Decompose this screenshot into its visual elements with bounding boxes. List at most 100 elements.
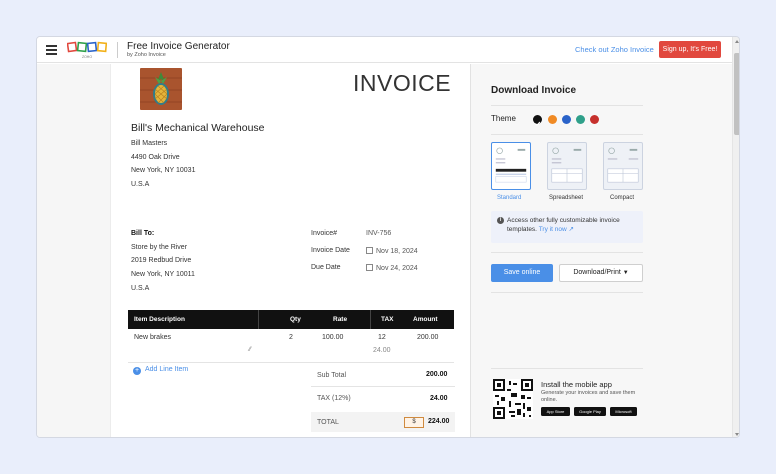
browser-window: ZOHO Free Invoice Generator by Zoho Invo… [36, 36, 740, 438]
from-line[interactable]: New York, NY 10031 [131, 167, 195, 174]
from-line[interactable]: U.S.A [131, 181, 149, 188]
tax-total-label[interactable]: TAX (12%) [317, 395, 351, 402]
svg-text:ZOHO: ZOHO [82, 55, 92, 59]
bill-to-line[interactable]: U.S.A [131, 285, 149, 292]
column-header-tax: TAX [381, 316, 394, 323]
panel-title: Download Invoice [491, 85, 577, 96]
column-header-description: Item Description [134, 316, 185, 323]
theme-color-red[interactable] [590, 115, 599, 124]
caret-down-icon: ▼ [622, 270, 629, 276]
from-line[interactable]: Bill Masters [131, 140, 167, 147]
from-line[interactable]: 4490 Oak Drive [131, 154, 180, 161]
due-date-value: Nov 24, 2024 [376, 265, 418, 272]
scroll-down-icon[interactable] [735, 433, 739, 436]
tax-total-value: 24.00 [430, 395, 448, 402]
calendar-icon [366, 247, 373, 254]
total-value: 224.00 [428, 418, 450, 425]
panel-divider [491, 292, 643, 293]
item-tax-amount: 24.00 [373, 347, 391, 354]
info-text: Access other fully customizable invoice … [507, 216, 639, 234]
item-description-input[interactable]: New brakes [134, 334, 171, 341]
theme-color-black[interactable] [533, 115, 542, 126]
invoice-number-label: Invoice# [311, 230, 338, 237]
mobile-app-description: Generate your invoices and save them onl… [541, 390, 636, 403]
resize-handle-icon[interactable]: ⁄⁄ [249, 347, 251, 353]
item-amount: 200.00 [417, 334, 439, 341]
subtotal-value: 200.00 [426, 371, 448, 378]
scroll-up-icon[interactable] [735, 40, 739, 43]
invoice-date-field[interactable]: Nov 18, 2024 [366, 247, 418, 255]
items-table-header: Item Description Qty Rate TAX Amount [128, 310, 454, 329]
templates-info-box: i Access other fully customizable invoic… [491, 211, 643, 243]
panel-divider [491, 368, 643, 369]
invoice-heading[interactable]: INVOICE [353, 70, 451, 97]
info-icon: i [497, 217, 504, 224]
try-it-now-link[interactable]: Try it now ↗ [539, 226, 574, 233]
template-compact[interactable] [603, 142, 643, 190]
add-line-item-label: Add Line Item [145, 366, 189, 373]
scroll-thumb[interactable] [734, 53, 739, 135]
invoice-date-value: Nov 18, 2024 [376, 248, 418, 255]
panel-divider [491, 105, 643, 106]
template-spreadsheet[interactable] [547, 142, 587, 190]
invoice-canvas: INVOICE Bill's Mechanical Warehouse Bill… [37, 64, 470, 437]
download-print-label: Download/Print [573, 269, 621, 276]
signup-button[interactable]: Sign up, It's Free! [659, 41, 721, 58]
column-header-qty: Qty [290, 316, 301, 323]
template-label-spreadsheet[interactable]: Spreadsheet [549, 195, 583, 201]
download-print-button[interactable]: Download/Print ▼ [559, 264, 643, 282]
header-divider [117, 42, 118, 58]
totals-divider [311, 386, 455, 387]
external-link-icon: ↗ [568, 226, 574, 233]
theme-color-orange[interactable] [548, 115, 557, 124]
mobile-app-title: Install the mobile app [541, 380, 612, 389]
invoice-number-field[interactable]: INV-756 [366, 230, 391, 237]
add-line-item-button[interactable]: + Add Line Item [133, 366, 188, 375]
theme-color-teal[interactable] [576, 115, 585, 124]
panel-divider [491, 134, 643, 135]
item-qty-input[interactable]: 2 [289, 334, 293, 341]
check-icon [534, 121, 541, 126]
app-store-badge[interactable]: App Store [541, 407, 570, 416]
checkout-link[interactable]: Check out Zoho Invoice [575, 45, 654, 54]
column-header-amount: Amount [413, 316, 438, 323]
template-label-standard[interactable]: Standard [497, 195, 521, 201]
bill-to-line[interactable]: New York, NY 10011 [131, 271, 195, 278]
download-panel: Download Invoice Theme Standard Spreadsh… [470, 64, 732, 437]
zoho-logo[interactable]: ZOHO [67, 41, 107, 60]
plus-icon: + [133, 367, 141, 375]
invoice-paper: INVOICE Bill's Mechanical Warehouse Bill… [110, 64, 470, 437]
template-label-compact[interactable]: Compact [610, 195, 634, 201]
company-logo-image[interactable] [140, 68, 182, 110]
bill-to-line[interactable]: 2019 Redbud Drive [131, 257, 191, 264]
scrollbar[interactable] [732, 37, 739, 437]
item-tax-input[interactable]: 12 [378, 334, 386, 341]
table-row: New brakes ⁄⁄ 2 100.00 12 24.00 200.00 [128, 329, 454, 361]
currency-symbol-input[interactable]: $ [404, 417, 424, 428]
row-divider [128, 362, 454, 363]
theme-label: Theme [491, 114, 516, 123]
due-date-field[interactable]: Nov 24, 2024 [366, 264, 418, 272]
top-bar: ZOHO Free Invoice Generator by Zoho Invo… [37, 37, 732, 63]
template-standard[interactable] [491, 142, 531, 190]
subtotal-label: Sub Total [317, 372, 347, 379]
calendar-icon [366, 264, 373, 271]
bill-to-line[interactable]: Store by the River [131, 244, 187, 251]
due-date-label: Due Date [311, 264, 341, 271]
item-rate-input[interactable]: 100.00 [322, 334, 343, 341]
panel-divider [491, 252, 643, 253]
qr-code-image [493, 379, 533, 419]
menu-icon[interactable] [46, 45, 57, 55]
google-play-badge[interactable]: Google Play [574, 407, 606, 416]
try-it-now-label: Try it now [538, 226, 567, 233]
total-row: TOTAL 224.00 [311, 412, 455, 432]
column-header-rate: Rate [333, 316, 348, 323]
microsoft-store-badge[interactable]: Microsoft [610, 407, 637, 416]
theme-color-blue[interactable] [562, 115, 571, 124]
invoice-date-label: Invoice Date [311, 247, 350, 254]
company-name[interactable]: Bill's Mechanical Warehouse [131, 122, 265, 134]
save-online-button[interactable]: Save online [491, 264, 553, 282]
bill-to-label[interactable]: Bill To: [131, 230, 154, 237]
app-subtitle: by Zoho Invoice [127, 52, 166, 58]
total-label[interactable]: TOTAL [317, 419, 339, 426]
